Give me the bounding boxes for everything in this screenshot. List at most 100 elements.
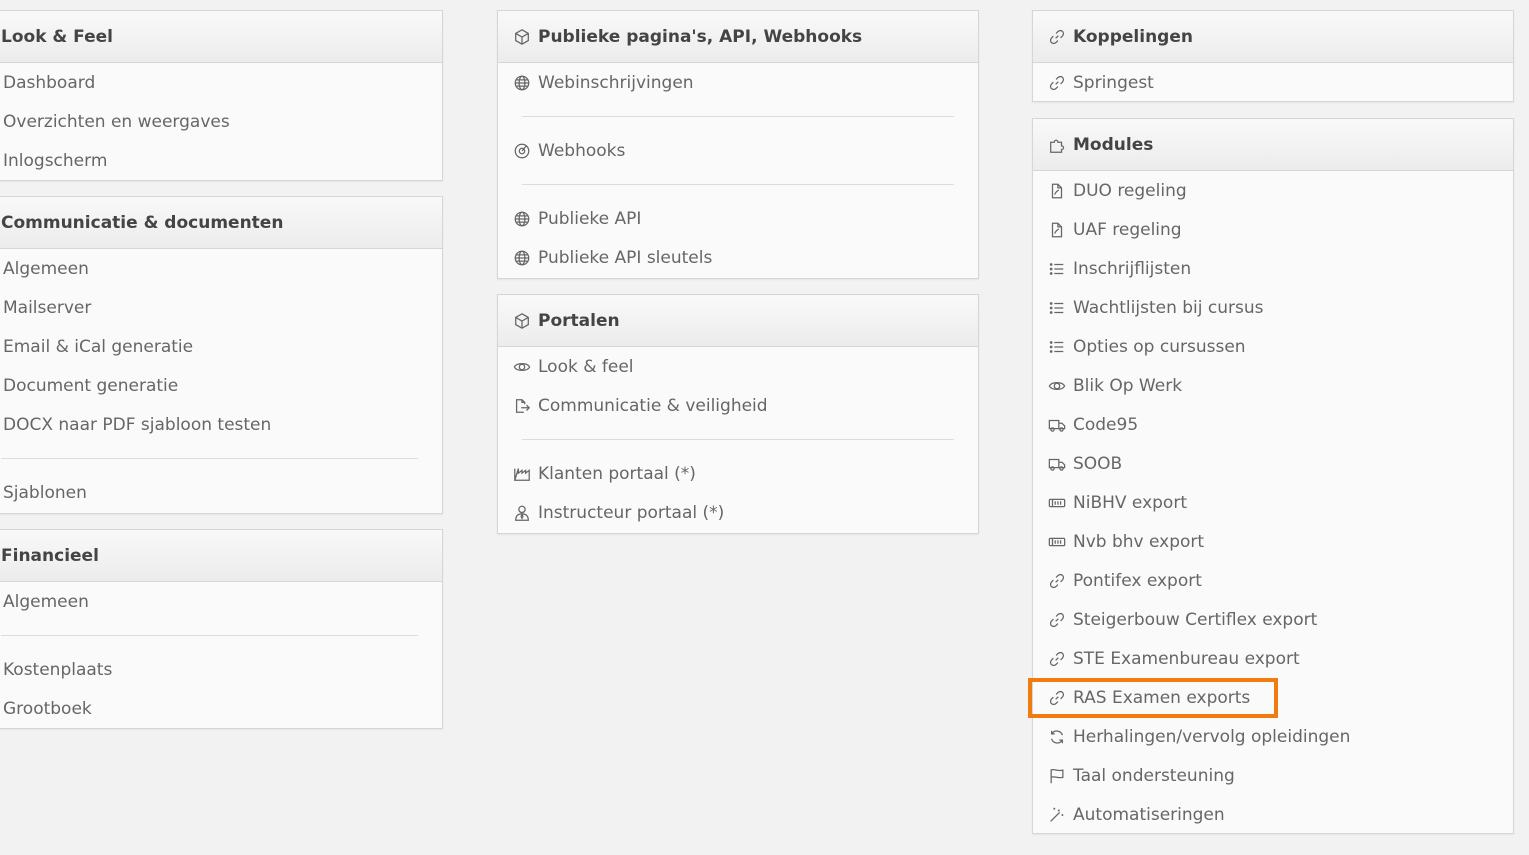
panel-header: Modules: [1033, 119, 1513, 171]
nav-item-publieke-api[interactable]: Publieke API: [498, 199, 978, 238]
nav-item-inlogscherm[interactable]: Inlogscherm: [0, 141, 442, 180]
panel-title: Publieke pagina's, API, Webhooks: [538, 26, 863, 47]
module-item-soob[interactable]: SOOB: [1033, 444, 1513, 483]
nav-item-springest[interactable]: Springest: [1033, 63, 1513, 102]
nav-item-label: Inlogscherm: [3, 150, 108, 171]
module-item-taal-ondersteuning[interactable]: Taal ondersteuning: [1033, 756, 1513, 795]
panel-publiek: Publieke pagina's, API, Webhooks Webinsc…: [497, 10, 979, 279]
nav-item-portal-communicatie[interactable]: Communicatie & veiligheid: [498, 386, 978, 425]
module-item-duo-regeling[interactable]: DUO regeling: [1033, 171, 1513, 210]
file-icon: [1047, 220, 1067, 240]
module-item-pontifex-export[interactable]: Pontifex export: [1033, 561, 1513, 600]
nav-item-dashboard[interactable]: Dashboard: [0, 63, 442, 102]
nav-item-kostenplaats[interactable]: Kostenplaats: [0, 650, 442, 689]
panel-header: Koppelingen: [1033, 11, 1513, 63]
nav-item-email-ical[interactable]: Email & iCal generatie: [0, 327, 442, 366]
nav-item-webinschrijvingen[interactable]: Webinschrijvingen: [498, 63, 978, 102]
globe-icon: [512, 73, 532, 93]
webhook-icon: [512, 141, 532, 161]
module-item-blik-op-werk[interactable]: Blik Op Werk: [1033, 366, 1513, 405]
nav-item-label: Opties op cursussen: [1073, 336, 1246, 357]
eye-icon: [1047, 376, 1067, 396]
divider: [498, 425, 978, 454]
nav-item-document-generatie[interactable]: Document generatie: [0, 366, 442, 405]
panel-portalen: Portalen Look & feel Communicatie & veil…: [497, 294, 979, 534]
nav-item-label: RAS Examen exports: [1073, 687, 1251, 708]
list-icon: [1047, 298, 1067, 318]
module-item-automatiseringen[interactable]: Automatiseringen: [1033, 795, 1513, 834]
nav-item-label: NiBHV export: [1073, 492, 1187, 513]
nav-item-algemeen[interactable]: Algemeen: [0, 582, 442, 621]
nav-item-label: Algemeen: [3, 258, 89, 279]
divider: [0, 621, 442, 650]
nav-item-grootboek[interactable]: Grootboek: [0, 689, 442, 728]
nav-item-label: Look & feel: [538, 356, 634, 377]
module-item-ras-examen-exports[interactable]: RAS Examen exports: [1033, 678, 1513, 717]
list-icon: [1047, 337, 1067, 357]
nav-item-overzichten[interactable]: Overzichten en weergaves: [0, 102, 442, 141]
nav-item-label: Communicatie & veiligheid: [538, 395, 768, 416]
nav-item-klanten-portaal[interactable]: Klanten portaal (*): [498, 454, 978, 493]
panel-financieel: Financieel Algemeen Kostenplaats Grootbo…: [0, 529, 443, 729]
sync-icon: [1047, 727, 1067, 747]
nav-item-publieke-api-sleutels[interactable]: Publieke API sleutels: [498, 238, 978, 277]
nav-item-mailserver[interactable]: Mailserver: [0, 288, 442, 327]
truck-icon: [1047, 454, 1067, 474]
divider: [0, 444, 442, 473]
nav-item-label: Dashboard: [3, 72, 96, 93]
puzzle-icon: [1047, 135, 1067, 155]
cube-icon: [512, 27, 532, 47]
globe-icon: [512, 248, 532, 268]
modules-list: DUO regeling UAF regeling Inschrijflijsten…: [1033, 171, 1513, 834]
nav-item-label: Herhalingen/vervolg opleidingen: [1073, 726, 1351, 747]
panel-title: Communicatie & documenten: [1, 212, 284, 233]
nav-item-label: Algemeen: [3, 591, 89, 612]
link-icon: [1047, 73, 1067, 93]
nav-item-label: Springest: [1073, 72, 1154, 93]
module-item-wachtlijsten-bij-cursus[interactable]: Wachtlijsten bij cursus: [1033, 288, 1513, 327]
panel-header: Publieke pagina's, API, Webhooks: [498, 11, 978, 63]
nav-item-label: Grootboek: [3, 698, 92, 719]
panel-modules: Modules DUO regeling UAF regeling Inschrij…: [1032, 118, 1514, 834]
nav-item-label: STE Examenbureau export: [1073, 648, 1300, 669]
divider: [498, 170, 978, 199]
nav-item-label: Pontifex export: [1073, 570, 1202, 591]
panel-title: Look & Feel: [1, 26, 113, 47]
nav-item-sjablonen[interactable]: Sjablonen: [0, 473, 442, 512]
module-item-opties-op-cursussen[interactable]: Opties op cursussen: [1033, 327, 1513, 366]
nav-item-label: Publieke API: [538, 208, 642, 229]
file-export-icon: [512, 396, 532, 416]
module-item-nvb-bhv-export[interactable]: Nvb bhv export: [1033, 522, 1513, 561]
nav-item-portal-look-feel[interactable]: Look & feel: [498, 347, 978, 386]
nav-item-instructeur-portaal[interactable]: Instructeur portaal (*): [498, 493, 978, 532]
link-icon: [1047, 610, 1067, 630]
module-item-inschrijflijsten[interactable]: Inschrijflijsten: [1033, 249, 1513, 288]
panel-header: Financieel: [0, 530, 442, 582]
module-item-steigerbouw-certiflex-export[interactable]: Steigerbouw Certiflex export: [1033, 600, 1513, 639]
nav-item-label: Automatiseringen: [1073, 804, 1225, 825]
divider: [498, 102, 978, 131]
module-item-herhalingen-vervolg-opleidingen[interactable]: Herhalingen/vervolg opleidingen: [1033, 717, 1513, 756]
nav-item-label: Instructeur portaal (*): [538, 502, 725, 523]
module-item-ste-examenbureau-export[interactable]: STE Examenbureau export: [1033, 639, 1513, 678]
panel-koppelingen: Koppelingen Springest: [1032, 10, 1514, 102]
nav-item-label: Blik Op Werk: [1073, 375, 1183, 396]
nav-item-label: Klanten portaal (*): [538, 463, 696, 484]
truck-icon: [1047, 415, 1067, 435]
nav-item-docx-pdf[interactable]: DOCX naar PDF sjabloon testen: [0, 405, 442, 444]
nav-item-algemeen[interactable]: Algemeen: [0, 249, 442, 288]
module-item-uaf-regeling[interactable]: UAF regeling: [1033, 210, 1513, 249]
list-icon: [1047, 259, 1067, 279]
nav-item-label: Code95: [1073, 414, 1139, 435]
nav-item-label: Kostenplaats: [3, 659, 113, 680]
link-icon: [1047, 649, 1067, 669]
file-icon: [1047, 181, 1067, 201]
module-item-nibhv-export[interactable]: NiBHV export: [1033, 483, 1513, 522]
nav-item-label: Webinschrijvingen: [538, 72, 694, 93]
module-item-code95[interactable]: Code95: [1033, 405, 1513, 444]
panel-header: Look & Feel: [0, 11, 442, 63]
nav-item-label: Inschrijflijsten: [1073, 258, 1192, 279]
link-icon: [1047, 571, 1067, 591]
nav-item-webhooks[interactable]: Webhooks: [498, 131, 978, 170]
link-icon: [1047, 27, 1067, 47]
